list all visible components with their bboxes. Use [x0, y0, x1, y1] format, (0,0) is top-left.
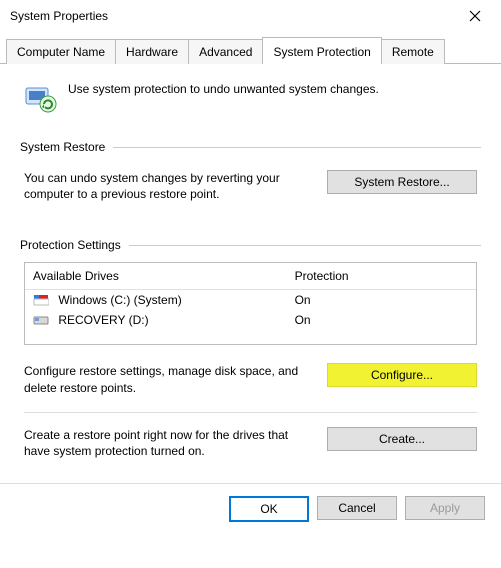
tab-system-protection[interactable]: System Protection: [262, 37, 381, 64]
tab-hardware[interactable]: Hardware: [115, 39, 189, 64]
group-system-restore: System Restore You can undo system chang…: [16, 140, 485, 210]
drive-name: Windows (C:) (System): [58, 293, 181, 307]
drives-table-header: Available Drives Protection: [25, 263, 476, 290]
drives-table: Available Drives Protection Windows (C:)…: [24, 262, 477, 345]
close-icon: [469, 10, 481, 22]
group-header-protection: Protection Settings: [20, 238, 481, 252]
group-label-restore: System Restore: [20, 140, 105, 154]
divider-line: [129, 245, 481, 246]
tab-advanced[interactable]: Advanced: [188, 39, 263, 64]
divider: [24, 412, 477, 413]
col-header-drives: Available Drives: [25, 263, 287, 289]
dialog-body: Use system protection to undo unwanted s…: [0, 64, 501, 477]
drive-status: On: [287, 290, 476, 310]
table-row[interactable]: RECOVERY (D:) On: [25, 310, 476, 330]
col-header-protection: Protection: [287, 263, 476, 289]
group-protection-settings: Protection Settings Available Drives Pro…: [16, 238, 485, 467]
tab-remote[interactable]: Remote: [381, 39, 445, 64]
drive-flag-icon: [33, 294, 49, 306]
tab-strip: Computer Name Hardware Advanced System P…: [0, 32, 501, 64]
create-button[interactable]: Create...: [327, 427, 477, 451]
group-header-restore: System Restore: [20, 140, 481, 154]
tab-computer-name[interactable]: Computer Name: [6, 39, 116, 64]
dialog-footer: OK Cancel Apply: [0, 483, 501, 522]
group-label-protection: Protection Settings: [20, 238, 121, 252]
intro-text: Use system protection to undo unwanted s…: [68, 80, 379, 96]
drive-name: RECOVERY (D:): [58, 313, 148, 327]
create-description: Create a restore point right now for the…: [24, 427, 317, 459]
ok-button[interactable]: OK: [229, 496, 309, 522]
cancel-button[interactable]: Cancel: [317, 496, 397, 520]
title-bar: System Properties: [0, 0, 501, 32]
close-button[interactable]: [455, 2, 495, 30]
apply-button[interactable]: Apply: [405, 496, 485, 520]
restore-description: You can undo system changes by reverting…: [24, 170, 317, 202]
window-title: System Properties: [10, 9, 108, 23]
system-restore-button[interactable]: System Restore...: [327, 170, 477, 194]
drive-status: On: [287, 310, 476, 330]
intro-row: Use system protection to undo unwanted s…: [16, 78, 485, 134]
divider-line: [113, 147, 481, 148]
configure-button[interactable]: Configure...: [327, 363, 477, 387]
configure-description: Configure restore settings, manage disk …: [24, 363, 317, 395]
drive-disk-icon: [33, 314, 49, 326]
system-protection-icon: [22, 80, 58, 116]
table-row[interactable]: Windows (C:) (System) On: [25, 290, 476, 310]
